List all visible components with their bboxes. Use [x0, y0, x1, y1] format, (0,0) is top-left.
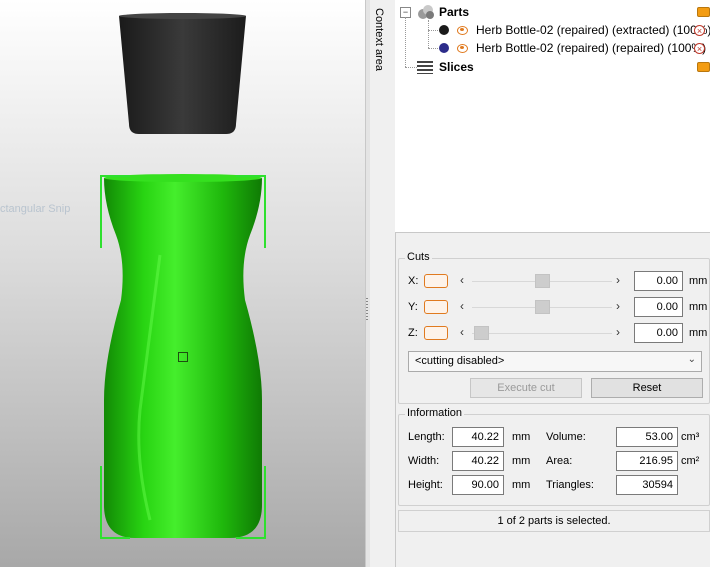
- cut-y-decrease-icon[interactable]: ‹: [460, 299, 464, 313]
- cut-y-input[interactable]: 0.00: [634, 297, 683, 317]
- part-color-dot[interactable]: [439, 43, 449, 53]
- slices-label: Slices: [439, 60, 474, 74]
- context-area-label: Context area: [373, 8, 385, 71]
- cuts-title: Cuts: [405, 251, 432, 263]
- cut-z-toggle[interactable]: [424, 326, 448, 340]
- remove-part-icon[interactable]: ×: [694, 25, 705, 36]
- cut-y-increase-icon[interactable]: ›: [616, 299, 620, 313]
- chevron-down-icon: ⌄: [687, 354, 696, 365]
- area-label: Area:: [546, 455, 573, 467]
- reset-button[interactable]: Reset: [591, 378, 703, 398]
- triangles-value: 30594: [616, 475, 678, 495]
- part-color-dot[interactable]: [439, 25, 449, 35]
- height-unit: mm: [512, 479, 531, 491]
- visibility-eye-icon[interactable]: [457, 25, 468, 35]
- tree-node-parts[interactable]: Parts: [417, 3, 469, 21]
- remove-part-icon[interactable]: ×: [694, 43, 705, 54]
- parts-label: Parts: [439, 5, 470, 19]
- parts-tree[interactable]: − Parts Herb Bottle-02 (repaired) (extra…: [395, 0, 710, 233]
- area-unit: cm²: [681, 455, 700, 467]
- 3d-viewport[interactable]: ctangular Snip: [0, 0, 365, 567]
- tree-node-slices[interactable]: Slices: [417, 58, 474, 76]
- parts-folder-icon[interactable]: [697, 7, 710, 17]
- cut-x-increase-icon[interactable]: ›: [616, 273, 620, 287]
- volume-value: 53.00: [616, 427, 678, 447]
- height-label: Height:: [408, 479, 443, 491]
- execute-cut-button[interactable]: Execute cut: [470, 378, 582, 398]
- cut-z-increase-icon[interactable]: ›: [616, 325, 620, 339]
- slices-folder-icon[interactable]: [697, 62, 710, 72]
- cut-y-unit: mm: [689, 301, 708, 313]
- width-unit: mm: [512, 455, 531, 467]
- information-title: Information: [405, 407, 465, 419]
- width-value: 40.22: [452, 451, 504, 471]
- height-value: 90.00: [452, 475, 504, 495]
- visibility-eye-icon[interactable]: [457, 43, 468, 53]
- volume-unit: cm³: [681, 431, 700, 443]
- area-value: 216.95: [616, 451, 678, 471]
- cut-x-label: X:: [408, 275, 419, 287]
- bottle-body: [104, 178, 262, 538]
- cut-z-slider-thumb[interactable]: [474, 326, 489, 340]
- triangles-label: Triangles:: [546, 479, 594, 491]
- part-label: Herb Bottle-02 (repaired) (repaired) (10…: [476, 41, 707, 55]
- cut-x-unit: mm: [689, 275, 708, 287]
- cut-x-input[interactable]: 0.00: [634, 271, 683, 291]
- snip-overlay-text: ctangular Snip: [0, 203, 71, 215]
- cut-z-decrease-icon[interactable]: ‹: [460, 325, 464, 339]
- cut-y-toggle[interactable]: [424, 300, 448, 314]
- cut-z-track[interactable]: [472, 333, 612, 334]
- splitter-grip[interactable]: [366, 298, 368, 322]
- selection-status: 1 of 2 parts is selected.: [398, 510, 710, 532]
- volume-label: Volume:: [546, 431, 586, 443]
- bottle-cap: [119, 16, 246, 134]
- part-label: Herb Bottle-02 (repaired) (extracted) (1…: [476, 23, 710, 37]
- cut-y-slider-thumb[interactable]: [534, 300, 550, 314]
- cutting-mode-select[interactable]: <cutting disabled> ⌄: [408, 351, 702, 372]
- length-value: 40.22: [452, 427, 504, 447]
- parts-icon: [418, 5, 434, 19]
- cutting-mode-value: <cutting disabled>: [415, 355, 505, 367]
- tree-item-part-1[interactable]: Herb Bottle-02 (repaired) (extracted) (1…: [439, 21, 710, 39]
- length-label: Length:: [408, 431, 445, 443]
- cut-z-label: Z:: [408, 327, 418, 339]
- slices-icon: [417, 61, 433, 74]
- width-label: Width:: [408, 455, 440, 467]
- tree-item-part-2[interactable]: Herb Bottle-02 (repaired) (repaired) (10…: [439, 39, 706, 57]
- cut-y-label: Y:: [408, 301, 418, 313]
- model-render[interactable]: [0, 0, 365, 567]
- cut-x-decrease-icon[interactable]: ‹: [460, 273, 464, 287]
- context-area-strip: [370, 0, 396, 567]
- cut-z-input[interactable]: 0.00: [634, 323, 683, 343]
- cut-x-toggle[interactable]: [424, 274, 448, 288]
- cut-z-unit: mm: [689, 327, 708, 339]
- length-unit: mm: [512, 431, 531, 443]
- cut-x-slider-thumb[interactable]: [534, 274, 550, 288]
